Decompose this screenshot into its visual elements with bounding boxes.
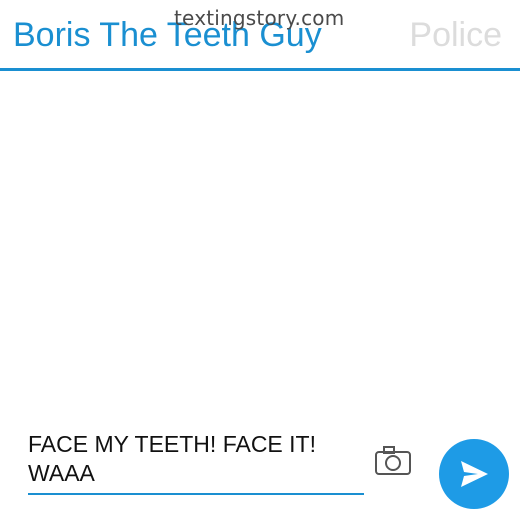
send-button[interactable] [439,439,509,509]
watermark: textingstory.com [174,6,345,30]
message-composer[interactable]: FACE MY TEETH! FACE IT! WAAA [28,430,364,496]
camera-icon [375,446,411,475]
send-icon [461,461,488,487]
chat-area [0,71,520,421]
chat-screen: textingstory.com Boris The Teeth Guy Pol… [0,0,520,520]
camera-button[interactable] [374,444,412,476]
tab-inactive-contact[interactable]: Police [409,16,502,55]
message-input[interactable]: FACE MY TEETH! FACE IT! WAAA [28,430,364,488]
input-underline [28,493,364,495]
